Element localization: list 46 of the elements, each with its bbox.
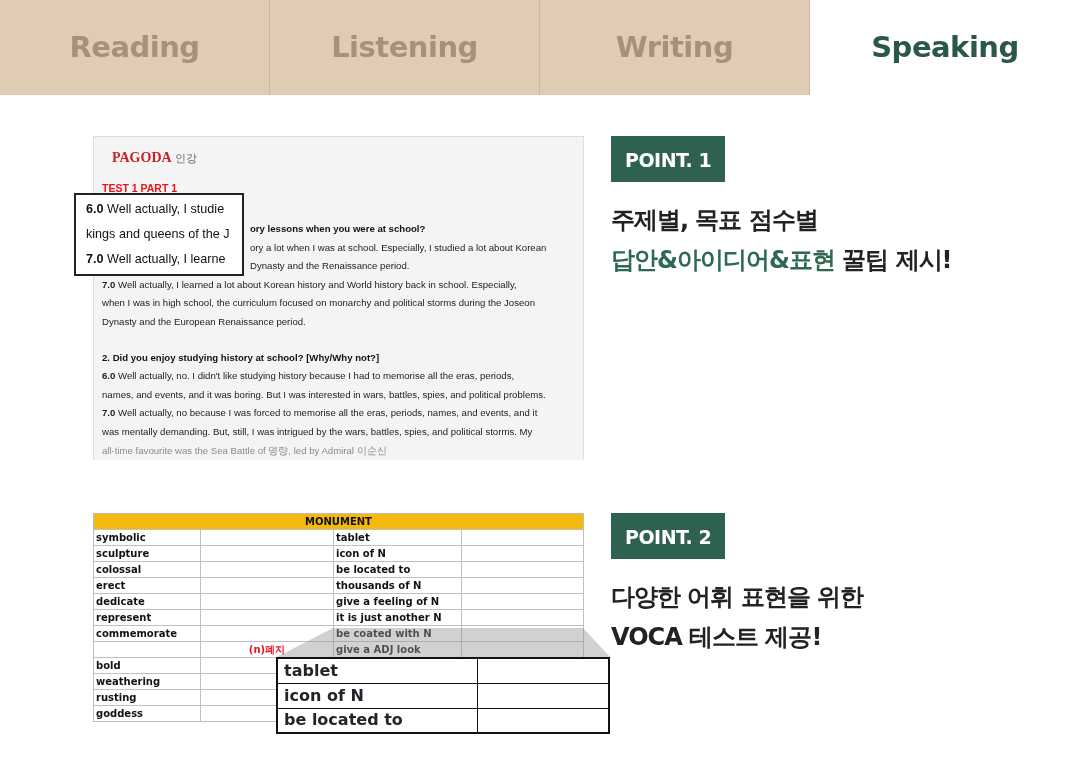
point-badge: POINT. 2 [611, 513, 726, 560]
table-cell: thousands of N [333, 577, 462, 594]
answer-text: Dynasty and the Renaissance period. [250, 260, 410, 272]
table-cell: rusting [93, 689, 201, 706]
answer-text: 7.0 Well actually, I learne [86, 252, 226, 266]
answer-text: Dynasty and the European Renaissance period. [102, 315, 306, 327]
table-header: MONUMENT [93, 513, 584, 530]
question-text: ory lessons when you were at school? [250, 223, 426, 234]
answer-text: 6.0 Well actually, no. I didn't like studying history because I had to memorise all the eras, periods, [102, 370, 515, 382]
question-text: 2. Did you enjoy studying history at school? [Why/Why not?] [102, 351, 380, 363]
table-cell: it is just another N [333, 609, 462, 626]
table-cell: icon of N [277, 683, 477, 709]
table-cell: sculpture [93, 545, 201, 562]
tab[interactable]: Speaking [810, 0, 1080, 95]
table-cell: give a feeling of N [333, 593, 462, 610]
table-cell: erect [93, 577, 201, 594]
headline: 다양한 어휘 표현을 위한 [611, 582, 864, 614]
answer-text: ory a lot when I was at school. Especially, I studied a lot about Korean [250, 241, 547, 253]
table-cell: tablet [277, 658, 477, 684]
answer-text: 6.0 Well actually, I studie [86, 202, 225, 216]
table-cell: weathering [93, 673, 201, 690]
table-cell: goddess [93, 705, 201, 722]
headline: VOCA 테스트 제공! [611, 622, 823, 654]
table-cell: colossal [93, 561, 201, 578]
table-cell: commemorate [93, 625, 201, 642]
answer-text: all-time favourite was the Sea Battle of 명량, led by Admiral 이순신 [102, 444, 387, 456]
answer-text: names, and events, and it was boring. But I was interested in wars, battles, spies, and political problems. [102, 388, 546, 400]
answer-text: 7.0 Well actually, no because I was forced to memorise all the eras, periods, names, and events, and it [102, 407, 538, 419]
answer-text: was mentally demanding. But, still, I was intrigued by the wars, battles, spies, and political storms. My [102, 425, 533, 437]
headline: 답안&아이디어&표현 꿀팁 제시! [611, 245, 952, 276]
table-cell: tablet [333, 529, 462, 546]
answer-text: when I was in high school, the curriculum focused on monarchy and political storms during the Joseon [102, 297, 535, 309]
table-cell: dedicate [93, 593, 201, 610]
answer-text: 7.0 Well actually, I learned a lot about Korean history and World history back in school. Especially, [102, 278, 517, 290]
headline: 주제별, 목표 점수별 [611, 205, 819, 236]
table-cell: icon of N [333, 545, 462, 562]
table-cell: bold [93, 657, 201, 674]
table-cell: be coated with N [333, 625, 462, 642]
logo-caption: 인강 [174, 152, 197, 164]
point-badge: POINT. 1 [611, 136, 726, 182]
answer-text: kings and queens of the J [86, 227, 230, 241]
table-cell: represent [93, 609, 201, 626]
section-label: TEST 1 PART 1 [102, 182, 178, 194]
table-cell: symbolic [93, 529, 201, 546]
table-cell: be located to [333, 561, 462, 578]
logo: PAGODA [112, 150, 172, 165]
